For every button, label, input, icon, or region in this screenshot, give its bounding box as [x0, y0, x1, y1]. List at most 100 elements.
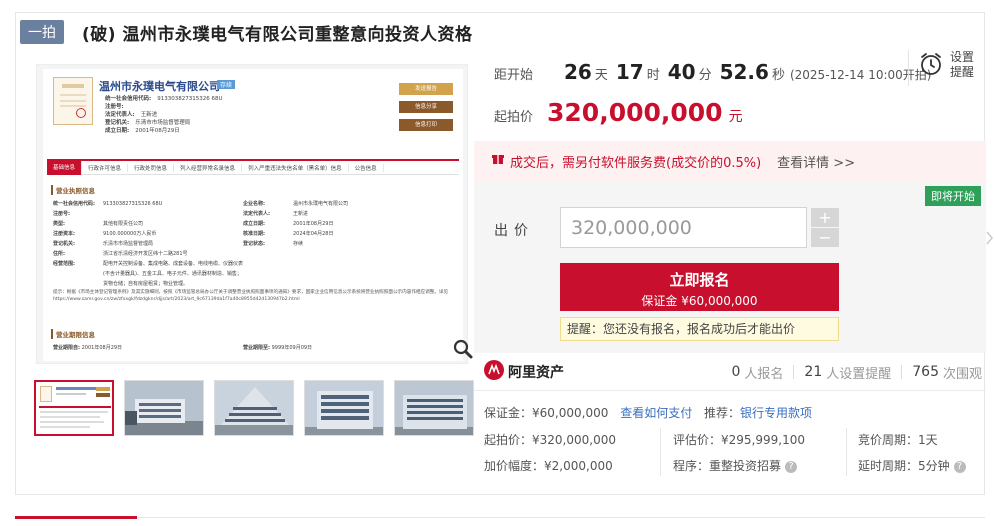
registered-count: 0 [731, 364, 741, 380]
alarm-clock-icon [918, 51, 944, 80]
doc-right-rows: 企业名称: 温州市永璞电气有限公司 法定代表人: 王新进 成立日期: 2001年08月29… [243, 199, 443, 249]
stats-divider [793, 365, 795, 379]
doc-info-value: 乐清市市场监督管理局 [103, 241, 154, 247]
details-divider [474, 390, 986, 391]
ali-assets-logo[interactable]: 阿里资产 [484, 360, 564, 384]
doc-info-row: 法定代表人: 王新进 [243, 209, 443, 219]
doc-term-from-label: 营业期限自: [53, 345, 81, 351]
registered-label: 人报名 [744, 366, 784, 382]
countdown-days-unit: 天 [594, 68, 608, 83]
doc-section-term: 营业期限信息 [51, 329, 95, 339]
license-document: 温州市永璞电气有限公司 存续 统一社会信用代码: 913303827315326 … [43, 69, 463, 361]
doc-field-row: 统一社会信用代码: 913303827315326 68U [105, 95, 222, 103]
zoom-icon[interactable] [452, 338, 474, 360]
procedure-value: 重整投资招募 [709, 459, 782, 473]
cycle-info: 竞价周期：1天 [858, 431, 938, 448]
scroll-arrow-icon[interactable] [986, 230, 994, 245]
doc-info-value: 913303827315326 68U [103, 201, 163, 207]
countdown-minutes-unit: 分 [698, 68, 712, 83]
deposit-info: 保证金：¥60,000,000 查看如何支付 推荐：银行专用款项 [484, 404, 812, 421]
start-price-info: 起拍价：¥320,000,000 [484, 431, 616, 448]
bid-label: 出价 [494, 223, 534, 239]
set-alert-line2: 提醒 [950, 65, 975, 79]
platform-stats: 0 人报名 21 人设置提醒 765 次围观 [731, 363, 982, 382]
main-image[interactable]: 温州市永璞电气有限公司 存续 统一社会信用代码: 913303827315326 … [36, 64, 468, 364]
thumbnail-strip [34, 380, 474, 436]
doc-tab: 公告信息 [349, 163, 384, 172]
thumbnail-photo-4[interactable] [394, 380, 474, 436]
license-thumbnail-icon [53, 77, 93, 125]
procedure-label: 程序： [673, 459, 710, 473]
doc-term-from: 营业期限自: 2001年08月29日 [53, 344, 122, 351]
countdown-seconds-unit: 秒 [771, 68, 785, 83]
doc-info-value: 浙江省乐清经济开发区纬十二路281号 [103, 251, 188, 257]
doc-info-label: 注册号: [53, 211, 70, 217]
doc-term-from-value: 2001年08月29日 [81, 345, 123, 351]
doc-info-label: 登记机关: [53, 241, 75, 247]
doc-info-label: 成立日期: [243, 221, 265, 227]
thumbnail-photo-3[interactable] [304, 380, 384, 436]
increment-info: 加价幅度：¥2,000,000 [484, 457, 613, 474]
countdown-seconds: 52.6 [719, 60, 769, 84]
doc-tab: 行政许可信息 [82, 163, 129, 172]
doc-tab: 行政处罚信息 [128, 163, 175, 172]
doc-tab: 列入严重违法失信名单（黑名单）信息 [242, 163, 349, 172]
increment-label: 加价幅度： [484, 459, 545, 473]
doc-tab: 基础信息 [47, 160, 83, 175]
appraisal-info: 评估价：¥295,999,100 [673, 431, 805, 448]
doc-info-value: 王新进 [293, 211, 309, 217]
service-fee-text: 成交后，需另付软件服务费(成交价的0.5%) [510, 155, 762, 171]
delay-label: 延时周期： [858, 459, 919, 473]
alert-label: 人设置提醒 [826, 366, 892, 382]
doc-info-label: 法定代表人: [243, 211, 271, 217]
thumbnail-license[interactable] [34, 380, 114, 436]
appraisal-value: ¥295,999,100 [721, 433, 805, 447]
set-alert-label: 设置 提醒 [950, 50, 974, 80]
doc-info-row: 登记机关: 乐清市市场监督管理局 [53, 239, 243, 249]
procedure-info: 程序：重整投资招募? [673, 457, 798, 474]
bottom-tab-bar [15, 516, 985, 526]
active-tab-indicator [15, 516, 137, 519]
decrease-bid-button[interactable]: − [811, 228, 839, 247]
alert-count: 21 [804, 364, 823, 380]
doc-side-buttons: 发送报告 信息分享 信息打印 [399, 83, 453, 131]
alert-divider [908, 50, 909, 86]
bid-input[interactable]: 320,000,000 [560, 207, 807, 248]
set-alert-button[interactable]: 设置 提醒 [918, 50, 974, 80]
doc-share-button: 信息分享 [399, 101, 453, 113]
doc-field-value: 乐清市市场监督管理局 [135, 120, 191, 126]
cycle-value: 1天 [918, 433, 938, 447]
starting-price-label: 起拍价 [494, 110, 534, 125]
doc-info-row: 注册资本: 9100.000000万人民币 [53, 229, 243, 239]
doc-print-button: 信息打印 [399, 119, 453, 131]
auction-round-tag: 一拍 [20, 20, 64, 44]
delay-info: 延时周期：5分钟? [858, 457, 966, 474]
doc-field-row: 成立日期: 2001年08月29日 [105, 127, 222, 135]
status-badge: 即将开始 [925, 186, 981, 206]
doc-field-label: 登记机关: [105, 120, 130, 126]
view-details-link[interactable]: 查看详情 >> [777, 152, 855, 171]
doc-info-label: 核准日期: [243, 231, 265, 237]
details-divider [660, 428, 661, 476]
help-icon[interactable]: ? [785, 460, 798, 473]
doc-info-label: 经营范围: [53, 261, 75, 267]
countdown-hours: 17 [615, 60, 644, 84]
details-divider [846, 428, 847, 476]
views-label: 次围观 [942, 366, 982, 382]
starting-price-row: 起拍价 320,000,000 元 [494, 98, 743, 127]
countdown-days: 26 [564, 60, 592, 84]
thumbnail-photo-2[interactable] [214, 380, 294, 436]
start-price-value: ¥320,000,000 [532, 433, 616, 447]
increase-bid-button[interactable]: + [811, 208, 839, 227]
thumbnail-photo-1[interactable] [124, 380, 204, 436]
doc-info-row: 企业名称: 温州市永璞电气有限公司 [243, 199, 443, 209]
doc-section-license: 营业执照信息 [51, 185, 95, 195]
doc-send-report-button: 发送报告 [399, 83, 453, 95]
help-icon[interactable]: ? [953, 460, 966, 473]
bank-payment-link[interactable]: 银行专用款项 [740, 406, 812, 420]
how-to-pay-link[interactable]: 查看如何支付 [620, 406, 692, 420]
register-now-button[interactable]: 立即报名 保证金 ¥60,000,000 [560, 263, 839, 311]
doc-term-to-value: 9999年09月09日 [271, 345, 313, 351]
doc-field-label: 统一社会信用代码: [105, 96, 152, 102]
set-alert-line1: 设置 [950, 50, 975, 64]
